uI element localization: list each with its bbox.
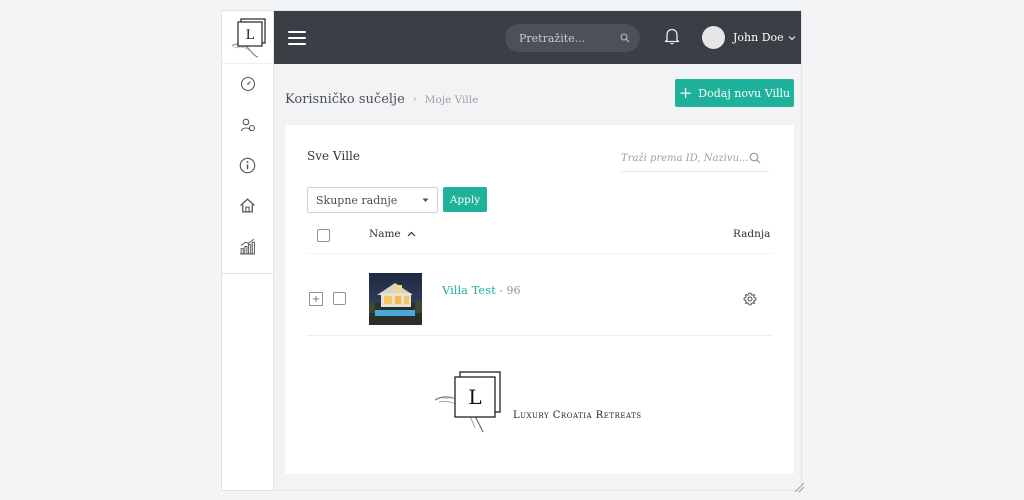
search-icon — [620, 33, 630, 43]
avatar — [702, 26, 725, 49]
divider — [307, 253, 772, 254]
app-window: L Pretražite... John Doe Korisničko suče… — [221, 10, 802, 491]
users-icon — [240, 118, 255, 131]
expand-row-button[interactable]: + — [309, 292, 323, 306]
card-title: Sve Ville — [307, 149, 360, 163]
villa-name: Villa Test - 96 — [442, 283, 520, 297]
brand-logo: L — [434, 370, 510, 444]
divider — [307, 335, 772, 336]
villa-thumbnail[interactable] — [369, 273, 422, 325]
brand-name: Luxury Croatia Retreats — [513, 410, 642, 421]
breadcrumb-home[interactable]: Korisničko sučelje — [285, 92, 405, 107]
select-all-checkbox[interactable] — [317, 229, 330, 242]
resize-handle-icon[interactable] — [792, 480, 806, 494]
dashboard-icon — [240, 77, 255, 92]
sidebar: L — [222, 11, 274, 490]
bell-icon — [664, 28, 680, 45]
bulk-actions-select[interactable]: Skupne radnje — [307, 187, 438, 213]
sidebar-logo[interactable]: L — [222, 11, 273, 64]
chart-icon — [240, 238, 255, 255]
chevron-down-icon — [788, 35, 796, 40]
sidebar-item-analytics[interactable] — [222, 226, 273, 267]
column-name-label: Name — [369, 228, 401, 240]
plus-icon: + — [678, 83, 693, 102]
villas-card: Sve Ville Traži prema ID, Nazivu... Skup… — [285, 125, 794, 474]
sidebar-item-users[interactable] — [222, 105, 273, 146]
header-search-placeholder: Pretražite... — [519, 31, 586, 45]
column-header-action: Radnja — [733, 228, 771, 240]
sort-up-icon — [407, 231, 416, 237]
breadcrumb-current: Moje Ville — [424, 93, 479, 106]
notifications-button[interactable] — [664, 27, 680, 49]
sidebar-item-info[interactable] — [222, 145, 273, 186]
breadcrumb-separator-icon: › — [412, 94, 417, 105]
breadcrumb: Korisničko sučelje › Moje Ville — [285, 92, 478, 107]
row-checkbox[interactable] — [333, 292, 346, 305]
search-icon — [749, 152, 761, 164]
settings-button[interactable] — [743, 291, 757, 310]
main-content: Korisničko sučelje › Moje Ville + Dodaj … — [274, 64, 801, 490]
chevron-down-icon — [422, 198, 429, 202]
gear-icon — [743, 292, 757, 306]
add-villa-button[interactable]: + Dodaj novu Villu — [675, 79, 794, 107]
add-villa-label: Dodaj novu Villu — [698, 86, 791, 100]
sidebar-item-home[interactable] — [222, 186, 273, 227]
villa-search-input[interactable]: Traži prema ID, Nazivu... — [621, 145, 769, 172]
sidebar-item-dashboard[interactable] — [222, 64, 273, 105]
villa-search-placeholder: Traži prema ID, Nazivu... — [621, 152, 749, 164]
user-name: John Doe — [733, 31, 784, 44]
villa-id: - 96 — [495, 284, 521, 297]
villa-link[interactable]: Villa Test — [442, 283, 496, 297]
user-menu[interactable]: John Doe — [702, 26, 796, 49]
brand-logo-letter: L — [468, 385, 481, 409]
topbar: Pretražite... John Doe — [274, 11, 801, 64]
home-icon — [240, 198, 255, 213]
menu-icon[interactable] — [288, 30, 306, 45]
header-search-input[interactable]: Pretražite... — [505, 24, 640, 52]
sidebar-logo-letter: L — [245, 28, 254, 43]
column-header-name[interactable]: Name — [369, 228, 416, 240]
info-icon — [239, 157, 256, 174]
apply-button[interactable]: Apply — [443, 187, 487, 212]
bulk-actions-value: Skupne radnje — [316, 193, 398, 207]
